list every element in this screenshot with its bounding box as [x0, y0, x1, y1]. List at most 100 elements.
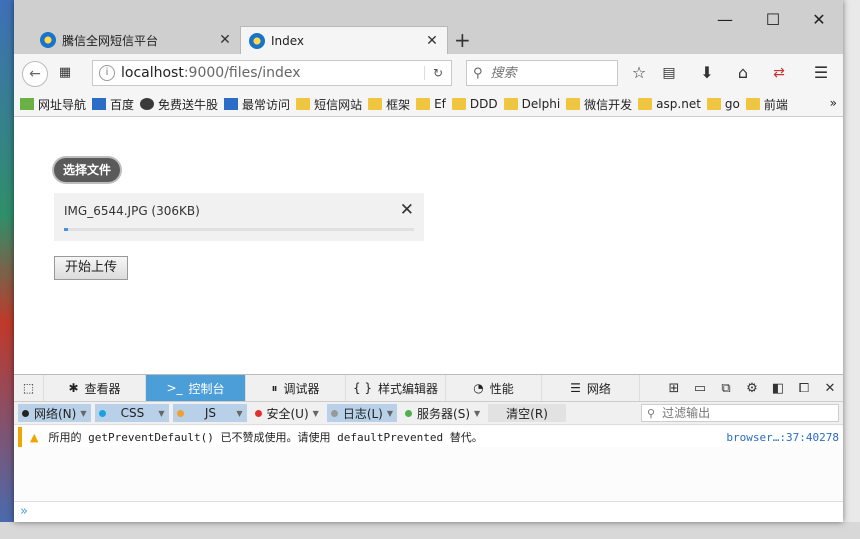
tab-label: Index	[271, 33, 305, 48]
reading-list-icon[interactable]: ▤	[658, 62, 680, 84]
tab-inspector[interactable]: ✱ 查看器	[44, 375, 146, 401]
filter-output-field[interactable]: ⚲	[641, 404, 839, 422]
filter-logging-button[interactable]: 日志(L) ▼	[326, 404, 398, 422]
bookmark-label: go	[724, 97, 740, 111]
filter-output-input[interactable]	[660, 405, 825, 421]
bookmark-folder-frontend[interactable]: 前端	[745, 96, 788, 113]
bookmark-free-stock[interactable]: 免费送牛股	[140, 96, 218, 113]
filter-security-button[interactable]: 安全(U) ▼	[251, 404, 323, 422]
file-item: IMG_6544.JPG (306KB) ✕	[54, 193, 424, 241]
filter-label: 安全(U)	[266, 406, 309, 421]
warning-icon: ▲	[30, 430, 39, 444]
pick-element-icon[interactable]: ⬚	[14, 375, 44, 401]
filter-net-button[interactable]: 网络(N) ▼	[18, 404, 91, 422]
bookmark-folder-ddd[interactable]: DDD	[451, 97, 498, 111]
close-window-button[interactable]: ✕	[804, 10, 834, 29]
url-text[interactable]: localhost:9000/files/index	[121, 65, 424, 81]
dropdown-arrow-icon[interactable]: ▼	[80, 409, 86, 418]
tab-label: 调试器	[283, 381, 320, 396]
navigation-bar: ← ▦ i localhost:9000/files/index ↻ ⚲ ☆ ▤…	[14, 54, 843, 93]
dropdown-arrow-icon[interactable]: ▼	[158, 409, 164, 418]
bookmarks-overflow-button[interactable]: »	[830, 96, 837, 110]
settings-gear-icon[interactable]: ⚙	[739, 381, 765, 396]
bookmark-label: 网址导航	[38, 97, 87, 112]
search-box[interactable]: ⚲	[466, 60, 618, 86]
search-input[interactable]	[488, 64, 603, 82]
bookmark-folder-sms[interactable]: 短信网站	[296, 96, 362, 113]
console-prompt-icon: »	[20, 504, 28, 519]
bookmark-folder-framework[interactable]: 框架	[368, 96, 410, 113]
home-icon[interactable]: ⌂	[732, 62, 754, 84]
page-actions-icon[interactable]: ▦	[54, 62, 76, 84]
tab-label: 网络	[586, 381, 611, 396]
site-info-icon[interactable]: i	[99, 65, 115, 81]
folder-icon	[296, 98, 311, 110]
dock-side-icon[interactable]: ◧	[765, 381, 791, 396]
choose-file-button[interactable]: 选择文件	[54, 158, 121, 182]
bookmark-most-visited[interactable]: 最常访问	[224, 96, 290, 113]
bookmark-folder-delphi[interactable]: Delphi	[503, 97, 561, 111]
tab-label: 騰信全网短信平台	[62, 33, 159, 48]
url-bar[interactable]: i localhost:9000/files/index ↻	[92, 60, 452, 86]
filter-server-button[interactable]: 服务器(S) ▼	[401, 404, 484, 422]
tab-close-icon[interactable]: ✕	[425, 33, 439, 49]
filter-label: 日志(L)	[342, 406, 383, 421]
dropdown-arrow-icon[interactable]: ▼	[236, 409, 242, 418]
bookmark-folder-go[interactable]: go	[706, 97, 740, 111]
search-icon: ⚲	[647, 406, 656, 420]
remove-file-icon[interactable]: ✕	[400, 200, 414, 220]
reload-icon[interactable]: ↻	[424, 66, 451, 80]
folder-icon	[503, 98, 518, 110]
tab-label: 样式编辑器	[378, 381, 439, 396]
close-devtools-icon[interactable]: ✕	[817, 381, 843, 396]
filter-label: 服务器(S)	[417, 406, 471, 421]
dropdown-arrow-icon[interactable]: ▼	[387, 409, 393, 418]
tab-performance[interactable]: ◔ 性能	[446, 375, 542, 401]
frame-select-icon[interactable]: ⊞	[661, 381, 687, 396]
dropdown-arrow-icon[interactable]: ▼	[313, 409, 319, 418]
tab-network[interactable]: ☰ 网络	[542, 375, 640, 401]
filter-label: 网络(N)	[34, 406, 77, 421]
maximize-button[interactable]: ☐	[758, 10, 788, 29]
undock-window-icon[interactable]: ⧠	[791, 381, 817, 396]
frequent-icon	[224, 98, 239, 110]
bookmark-folder-aspnet[interactable]: asp.net	[638, 97, 701, 111]
bookmark-baidu[interactable]: 百度	[92, 96, 134, 113]
tab-index[interactable]: Index ✕	[240, 26, 448, 54]
filter-color-dot	[330, 409, 338, 417]
tab-close-icon[interactable]: ✕	[218, 32, 232, 48]
start-upload-button[interactable]: 开始上传	[54, 256, 129, 280]
tab-label: 控制台	[188, 381, 225, 396]
bookmark-label: DDD	[469, 97, 498, 111]
bookmark-site-nav[interactable]: 网址导航	[20, 96, 86, 113]
menu-icon[interactable]: ☰	[810, 62, 832, 84]
bookmark-folder-wechat[interactable]: 微信开发	[566, 96, 632, 113]
responsive-mode-icon[interactable]: ▭	[687, 381, 713, 396]
minimize-button[interactable]: —	[710, 10, 740, 29]
bookmark-label: 微信开发	[584, 97, 633, 112]
bookmark-folder-ef[interactable]: Ef	[416, 97, 446, 111]
bookmark-star-icon[interactable]: ☆	[628, 62, 650, 84]
filter-css-button[interactable]: CSS ▼	[94, 404, 169, 422]
scratchpad-icon[interactable]: ⧉	[713, 381, 739, 396]
dropdown-arrow-icon[interactable]: ▼	[474, 409, 480, 418]
tab-console[interactable]: >_ 控制台	[146, 375, 246, 401]
downloads-icon[interactable]: ⬇	[696, 62, 718, 84]
clear-console-button[interactable]: 清空(R)	[488, 404, 566, 422]
back-button[interactable]: ←	[22, 61, 48, 87]
folder-icon	[706, 98, 721, 110]
filter-label: JS	[204, 406, 216, 420]
bookmark-label: 框架	[386, 97, 411, 112]
tab-style-editor[interactable]: { } 样式编辑器	[346, 375, 446, 401]
bookmark-label: Delphi	[521, 97, 561, 111]
tab-sms-platform[interactable]: 騰信全网短信平台 ✕	[32, 26, 240, 54]
site-nav-icon	[20, 98, 34, 110]
sync-arrows-icon[interactable]: ⇄	[768, 62, 790, 84]
filter-js-button[interactable]: JS ▼	[172, 404, 247, 422]
tab-debugger[interactable]: ⏸ 调试器	[246, 375, 346, 401]
new-tab-button[interactable]: +	[454, 28, 471, 52]
console-input-line[interactable]: »	[14, 501, 843, 522]
devtools-toolbar-right: ⊞ ▭ ⧉ ⚙ ◧ ⧠ ✕	[661, 375, 843, 401]
url-host: localhost	[121, 65, 184, 81]
console-source-link[interactable]: browser…:37:40278	[726, 431, 839, 444]
